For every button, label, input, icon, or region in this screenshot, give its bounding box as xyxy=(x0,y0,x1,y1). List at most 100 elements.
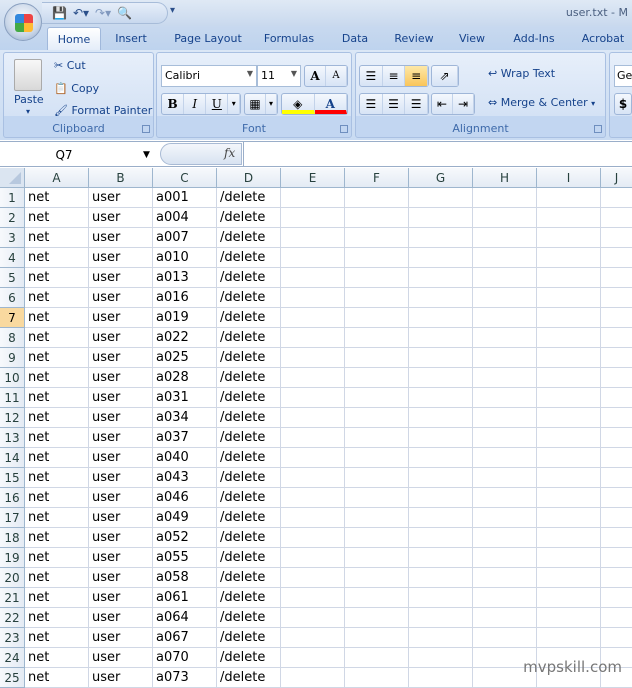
cell-b9[interactable]: user xyxy=(89,348,153,368)
cell-b12[interactable]: user xyxy=(89,408,153,428)
cell-c25[interactable]: a073 xyxy=(153,668,217,688)
cell-g12[interactable] xyxy=(409,408,473,428)
cell-c24[interactable]: a070 xyxy=(153,648,217,668)
cell-c15[interactable]: a043 xyxy=(153,468,217,488)
column-header-g[interactable]: G xyxy=(409,168,473,188)
row-header[interactable]: 25 xyxy=(0,668,25,688)
cell-f8[interactable] xyxy=(345,328,409,348)
cell-b10[interactable]: user xyxy=(89,368,153,388)
cell-d7[interactable]: /delete xyxy=(217,308,281,328)
cell-a19[interactable]: net xyxy=(25,548,89,568)
column-header-e[interactable]: E xyxy=(281,168,345,188)
row-header[interactable]: 21 xyxy=(0,588,25,608)
cell-b23[interactable]: user xyxy=(89,628,153,648)
cell-d1[interactable]: /delete xyxy=(217,188,281,208)
cell-a14[interactable]: net xyxy=(25,448,89,468)
cell-c1[interactable]: a001 xyxy=(153,188,217,208)
tab-review[interactable]: Review xyxy=(388,27,440,50)
cell-d22[interactable]: /delete xyxy=(217,608,281,628)
cell-b6[interactable]: user xyxy=(89,288,153,308)
cell-f5[interactable] xyxy=(345,268,409,288)
row-header[interactable]: 2 xyxy=(0,208,25,228)
row-header[interactable]: 12 xyxy=(0,408,25,428)
row-header[interactable]: 7 xyxy=(0,308,25,328)
cell-b17[interactable]: user xyxy=(89,508,153,528)
cell-a7[interactable]: net xyxy=(25,308,89,328)
cell-g24[interactable] xyxy=(409,648,473,668)
cell-b1[interactable]: user xyxy=(89,188,153,208)
cell-g7[interactable] xyxy=(409,308,473,328)
cell-f10[interactable] xyxy=(345,368,409,388)
cell-a13[interactable]: net xyxy=(25,428,89,448)
cell-i18[interactable] xyxy=(537,528,601,548)
cell-e5[interactable] xyxy=(281,268,345,288)
cell-d11[interactable]: /delete xyxy=(217,388,281,408)
tab-acrobat[interactable]: Acrobat xyxy=(575,27,631,50)
cell-f19[interactable] xyxy=(345,548,409,568)
cell-g15[interactable] xyxy=(409,468,473,488)
cell-d2[interactable]: /delete xyxy=(217,208,281,228)
cell-e2[interactable] xyxy=(281,208,345,228)
cell-e22[interactable] xyxy=(281,608,345,628)
row-header[interactable]: 18 xyxy=(0,528,25,548)
cell-j2[interactable] xyxy=(601,208,632,228)
cell-a10[interactable]: net xyxy=(25,368,89,388)
cell-c4[interactable]: a010 xyxy=(153,248,217,268)
cell-e17[interactable] xyxy=(281,508,345,528)
cell-e8[interactable] xyxy=(281,328,345,348)
formula-input[interactable] xyxy=(243,142,632,166)
font-size-select[interactable]: 11 ▼ xyxy=(257,65,301,87)
tab-add-ins[interactable]: Add-Ins xyxy=(506,27,562,50)
cell-f6[interactable] xyxy=(345,288,409,308)
cell-g8[interactable] xyxy=(409,328,473,348)
cell-c9[interactable]: a025 xyxy=(153,348,217,368)
cell-f25[interactable] xyxy=(345,668,409,688)
cell-j16[interactable] xyxy=(601,488,632,508)
cell-d17[interactable]: /delete xyxy=(217,508,281,528)
cell-a16[interactable]: net xyxy=(25,488,89,508)
cell-g4[interactable] xyxy=(409,248,473,268)
merge-center-button[interactable]: ⇔ Merge & Center ▾ xyxy=(488,96,595,109)
row-header[interactable]: 11 xyxy=(0,388,25,408)
cell-e16[interactable] xyxy=(281,488,345,508)
undo-icon[interactable]: ↶▾ xyxy=(73,6,89,20)
row-header[interactable]: 5 xyxy=(0,268,25,288)
cell-d21[interactable]: /delete xyxy=(217,588,281,608)
row-header[interactable]: 15 xyxy=(0,468,25,488)
align-middle-icon[interactable]: ≡ xyxy=(383,66,406,86)
cell-f1[interactable] xyxy=(345,188,409,208)
cell-j4[interactable] xyxy=(601,248,632,268)
cell-a9[interactable]: net xyxy=(25,348,89,368)
cell-d10[interactable]: /delete xyxy=(217,368,281,388)
cell-h1[interactable] xyxy=(473,188,537,208)
row-header[interactable]: 10 xyxy=(0,368,25,388)
cell-i19[interactable] xyxy=(537,548,601,568)
cell-a11[interactable]: net xyxy=(25,388,89,408)
cell-a25[interactable]: net xyxy=(25,668,89,688)
insert-function-button[interactable]: fx xyxy=(224,146,235,160)
cell-e11[interactable] xyxy=(281,388,345,408)
cell-b24[interactable]: user xyxy=(89,648,153,668)
column-header-i[interactable]: I xyxy=(537,168,601,188)
tab-home[interactable]: Home xyxy=(47,27,101,50)
cell-g6[interactable] xyxy=(409,288,473,308)
cell-j20[interactable] xyxy=(601,568,632,588)
cell-a18[interactable]: net xyxy=(25,528,89,548)
cell-j3[interactable] xyxy=(601,228,632,248)
cell-h8[interactable] xyxy=(473,328,537,348)
cell-j7[interactable] xyxy=(601,308,632,328)
print-preview-icon[interactable]: 🔍 xyxy=(117,6,132,20)
row-header[interactable]: 8 xyxy=(0,328,25,348)
cell-c8[interactable]: a022 xyxy=(153,328,217,348)
cell-e13[interactable] xyxy=(281,428,345,448)
cell-c6[interactable]: a016 xyxy=(153,288,217,308)
cell-i5[interactable] xyxy=(537,268,601,288)
cell-c12[interactable]: a034 xyxy=(153,408,217,428)
cell-b20[interactable]: user xyxy=(89,568,153,588)
cell-i7[interactable] xyxy=(537,308,601,328)
cell-b7[interactable]: user xyxy=(89,308,153,328)
cell-a21[interactable]: net xyxy=(25,588,89,608)
cell-j18[interactable] xyxy=(601,528,632,548)
cell-h21[interactable] xyxy=(473,588,537,608)
cell-i21[interactable] xyxy=(537,588,601,608)
